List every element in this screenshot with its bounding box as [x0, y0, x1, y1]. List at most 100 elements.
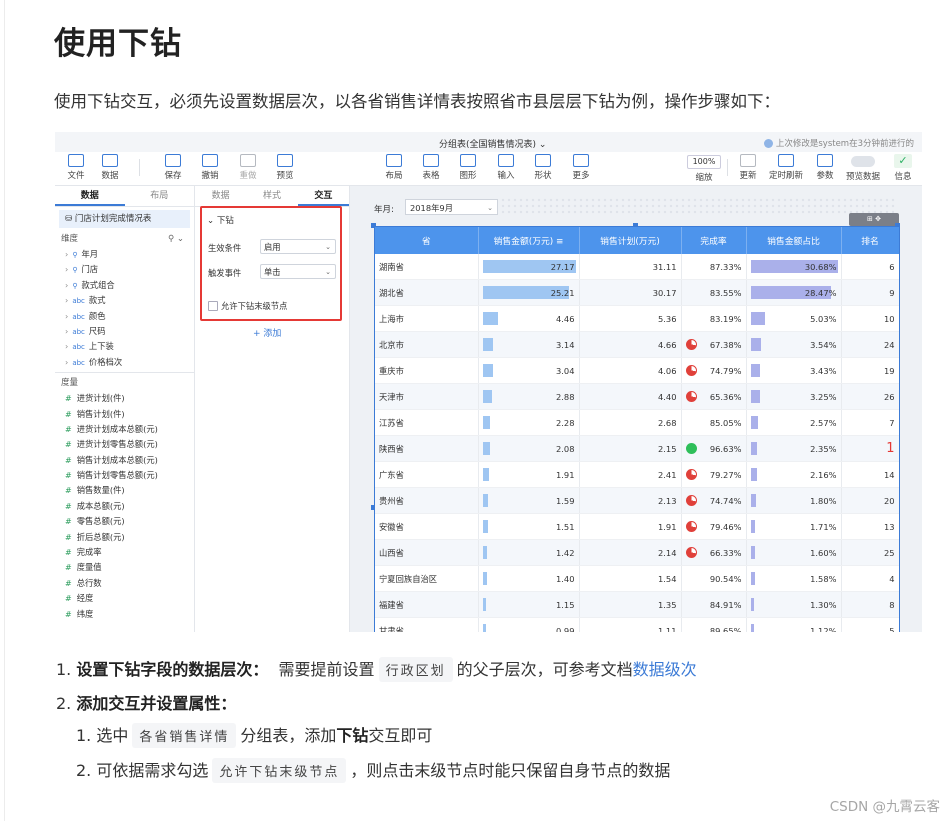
dimension-item[interactable]: › abc 款式: [55, 293, 194, 308]
measure-item[interactable]: # 完成率: [55, 545, 194, 560]
dimension-item[interactable]: › abc 尺码: [55, 324, 194, 339]
table-row[interactable]: 天津市 2.88 4.40 65.36% 3.25% 26: [375, 383, 899, 410]
search-icon[interactable]: ⚲: [168, 234, 174, 244]
file-button[interactable]: 文件: [59, 154, 93, 181]
province-cell[interactable]: 广东省: [375, 461, 479, 488]
tab-interaction[interactable]: 交互: [297, 186, 349, 206]
column-header-province[interactable]: 省: [375, 227, 479, 254]
measure-item[interactable]: # 纬度: [55, 607, 194, 622]
confirm-button[interactable]: ✓ 信息: [886, 154, 920, 182]
save-button[interactable]: 保存: [156, 154, 190, 181]
chevron-right-icon[interactable]: ›: [65, 357, 68, 367]
province-cell[interactable]: 甘肃省: [375, 617, 479, 632]
chart-button[interactable]: 图形: [451, 154, 485, 181]
measure-item[interactable]: # 折后总额(元): [55, 530, 194, 545]
table-row[interactable]: 安徽省 1.51 1.91 79.46% 1.71% 13: [375, 513, 899, 540]
table-row[interactable]: 湖南省 27.17 31.11 87.33% 30.68% 6: [375, 254, 899, 280]
dimension-item[interactable]: › abc 价格档次: [55, 355, 194, 370]
data-level-link[interactable]: 数据级次: [633, 660, 697, 679]
measure-item[interactable]: # 销售数量(件): [55, 483, 194, 498]
chevron-right-icon[interactable]: ›: [65, 311, 68, 321]
data-button[interactable]: 数据: [93, 154, 127, 181]
measure-item[interactable]: # 度量值: [55, 560, 194, 575]
chevron-right-icon[interactable]: ›: [65, 264, 68, 274]
measure-item[interactable]: # 总行数: [55, 576, 194, 591]
table-row[interactable]: 宁夏回族自治区 1.40 1.54 90.54% 1.58% 4: [375, 565, 899, 592]
province-cell[interactable]: 天津市: [375, 383, 479, 410]
province-cell[interactable]: 安徽省: [375, 513, 479, 540]
preview-button[interactable]: 预览: [268, 154, 302, 181]
input-button[interactable]: 输入: [489, 154, 523, 181]
chevron-down-icon[interactable]: ⌄: [177, 234, 184, 244]
province-cell[interactable]: 宁夏回族自治区: [375, 565, 479, 592]
table-row[interactable]: 上海市 4.46 5.36 83.19% 5.03% 10: [375, 305, 899, 332]
allow-leaf-drill-checkbox[interactable]: 允许下钻末级节点: [208, 300, 287, 312]
measure-item[interactable]: # 销售计划(件): [55, 407, 194, 422]
province-cell[interactable]: 上海市: [375, 305, 479, 332]
measure-item[interactable]: # 零售总额(元): [55, 514, 194, 529]
measure-item[interactable]: # 销售计划零售总额(元): [55, 468, 194, 483]
sort-icon[interactable]: ≡: [556, 237, 563, 247]
report-title[interactable]: 分组表(全国销售情况表) ⌄: [439, 137, 546, 150]
table-row[interactable]: 湖北省 25.21 30.17 83.55% 28.47% 9: [375, 279, 899, 306]
table-row[interactable]: 甘肃省 0.99 1.11 89.65% 1.12% 5: [375, 617, 899, 632]
province-cell[interactable]: 湖北省: [375, 279, 479, 306]
province-cell[interactable]: 陕西省: [375, 435, 479, 462]
province-cell[interactable]: 北京市: [375, 331, 479, 358]
dimension-item[interactable]: › ⚲ 款式组合: [55, 278, 194, 293]
tab-prop-data[interactable]: 数据: [195, 186, 246, 206]
condition-select[interactable]: 启用 ⌄: [260, 239, 336, 254]
trigger-select[interactable]: 单击 ⌄: [260, 264, 336, 279]
dimension-item[interactable]: › ⚲ 门店: [55, 262, 194, 277]
measure-item[interactable]: # 经度: [55, 591, 194, 606]
zoom-control[interactable]: 100% 缩放: [687, 154, 721, 183]
params-button[interactable]: 参数: [808, 154, 842, 181]
add-interaction-button[interactable]: + 添加: [253, 326, 281, 339]
province-cell[interactable]: 贵州省: [375, 487, 479, 514]
dimension-item[interactable]: › ⚲ 年月: [55, 247, 194, 262]
measure-item[interactable]: # 进货计划成本总额(元): [55, 422, 194, 437]
measure-item[interactable]: # 进货计划(件): [55, 391, 194, 406]
table-button[interactable]: 表格: [414, 154, 448, 181]
table-row[interactable]: 福建省 1.15 1.35 84.91% 1.30% 8: [375, 591, 899, 618]
column-header-sales[interactable]: 销售金额(万元) ≡: [478, 227, 580, 254]
chevron-right-icon[interactable]: ›: [65, 326, 68, 336]
chevron-right-icon[interactable]: ›: [65, 249, 68, 259]
dimension-item[interactable]: › abc 上下装: [55, 339, 194, 354]
sales-table[interactable]: 省 销售金额(万元) ≡ 销售计划(万元) 完成率 销售金额占比 排名 湖南省 2…: [374, 226, 900, 632]
undo-button[interactable]: 撤销: [193, 154, 227, 181]
table-row[interactable]: 山西省 1.42 2.14 66.33% 1.60% 25: [375, 539, 899, 566]
province-cell[interactable]: 江苏省: [375, 409, 479, 436]
column-header-rank[interactable]: 排名: [841, 227, 899, 254]
province-cell[interactable]: 湖南省: [375, 254, 479, 280]
measure-item[interactable]: # 成本总额(元): [55, 499, 194, 514]
dimension-item[interactable]: › abc 颜色: [55, 309, 194, 324]
column-header-rate[interactable]: 完成率: [681, 227, 747, 254]
dataset-selector[interactable]: ⛁ 门店计划完成情况表: [59, 210, 190, 228]
column-header-plan[interactable]: 销售计划(万元): [579, 227, 682, 254]
measure-item[interactable]: # 销售计划成本总额(元): [55, 453, 194, 468]
table-row[interactable]: 江苏省 2.28 2.68 85.05% 2.57% 7: [375, 409, 899, 436]
shape-button[interactable]: 形状: [526, 154, 560, 181]
tab-style[interactable]: 样式: [246, 186, 297, 206]
province-cell[interactable]: 重庆市: [375, 357, 479, 384]
measure-item[interactable]: # 进货计划零售总额(元): [55, 437, 194, 452]
zoom-select[interactable]: 100%: [687, 155, 721, 169]
tab-layout[interactable]: 布局: [125, 186, 195, 206]
layout-button[interactable]: 布局: [377, 154, 411, 181]
province-cell[interactable]: 山西省: [375, 539, 479, 566]
chevron-right-icon[interactable]: ›: [65, 295, 68, 305]
table-row[interactable]: 北京市 3.14 4.66 67.38% 3.54% 24: [375, 331, 899, 358]
table-row[interactable]: 重庆市 3.04 4.06 74.79% 3.43% 19: [375, 357, 899, 384]
province-cell[interactable]: 福建省: [375, 591, 479, 618]
table-row[interactable]: 贵州省 1.59 2.13 74.74% 1.80% 20: [375, 487, 899, 514]
table-row[interactable]: 陕西省 2.08 2.15 96.63% 2.35% 1: [375, 435, 899, 462]
chevron-right-icon[interactable]: ›: [65, 341, 68, 351]
toggle-switch[interactable]: [851, 156, 875, 167]
refresh-button[interactable]: 更新: [731, 154, 765, 181]
more-button[interactable]: 更多: [564, 154, 598, 181]
chevron-right-icon[interactable]: ›: [65, 280, 68, 290]
tab-data[interactable]: 数据: [55, 186, 125, 206]
table-row[interactable]: 广东省 1.91 2.41 79.27% 2.16% 14: [375, 461, 899, 488]
timed-refresh-button[interactable]: 定时刷新: [769, 154, 803, 181]
